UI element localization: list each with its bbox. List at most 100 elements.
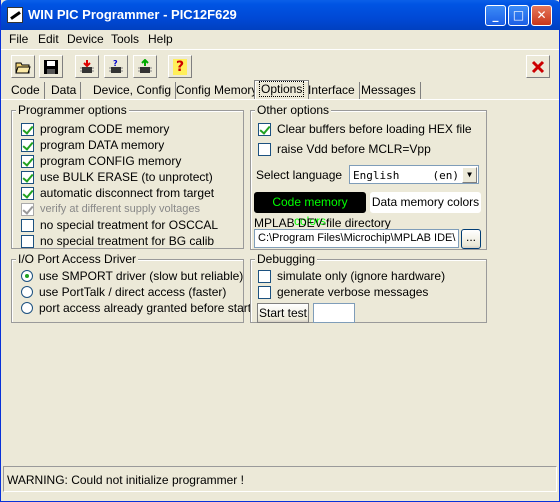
options-page: Programmer options program CODE memory p… bbox=[1, 99, 559, 465]
stop-button[interactable] bbox=[526, 55, 550, 78]
toolbar: ? ? bbox=[1, 49, 559, 81]
browse-button[interactable]: ... bbox=[461, 229, 481, 249]
other-options-group: Other options Clear buffers before loadi… bbox=[250, 103, 487, 250]
option-label: program DATA memory bbox=[40, 138, 165, 152]
option-label: automatic disconnect from target bbox=[40, 186, 215, 200]
option-label: program CODE memory bbox=[40, 122, 170, 136]
verify-icon: ? bbox=[109, 59, 123, 73]
open-icon bbox=[15, 62, 31, 73]
checkbox[interactable] bbox=[21, 154, 34, 168]
tab-interface[interactable]: Interface bbox=[304, 82, 360, 100]
option-verify-voltages: verify at different supply voltages bbox=[21, 201, 200, 217]
programmer-options-title: Programmer options bbox=[16, 103, 129, 117]
language-value: English bbox=[353, 169, 400, 182]
language-code: (en) bbox=[432, 169, 460, 182]
radio-smport[interactable]: use SMPORT driver (slow but reliable) bbox=[21, 268, 243, 284]
port-access-title: I/O Port Access Driver bbox=[16, 252, 139, 266]
program-icon bbox=[80, 59, 94, 73]
radio-button[interactable] bbox=[21, 302, 33, 314]
checkbox[interactable] bbox=[258, 269, 271, 283]
option-label: generate verbose messages bbox=[277, 285, 429, 299]
menu-tools[interactable]: Tools bbox=[111, 32, 139, 46]
option-osccal[interactable]: no special treatment for OSCCAL bbox=[21, 217, 218, 233]
checkbox[interactable] bbox=[21, 122, 34, 136]
mplab-path-field[interactable]: C:\Program Files\Microchip\MPLAB IDE\ bbox=[254, 229, 459, 248]
radio-button[interactable] bbox=[21, 270, 33, 282]
option-raise-vdd[interactable]: raise Vdd before MCLR=Vpp bbox=[258, 141, 431, 157]
menu-file[interactable]: File bbox=[9, 32, 28, 46]
option-program-config[interactable]: program CONFIG memory bbox=[21, 153, 181, 169]
status-bar: WARNING: Could not initialize programmer… bbox=[3, 466, 557, 492]
option-program-code[interactable]: program CODE memory bbox=[21, 121, 169, 137]
debugging-group: Debugging simulate only (ignore hardware… bbox=[250, 252, 487, 323]
data-memory-colors-button[interactable]: Data memory colors bbox=[370, 192, 481, 213]
checkbox[interactable] bbox=[21, 170, 34, 184]
checkbox[interactable] bbox=[21, 234, 34, 248]
radio-button[interactable] bbox=[21, 286, 33, 298]
window-title: WIN PIC Programmer - PIC12F629 bbox=[28, 7, 237, 22]
tab-messages[interactable]: Messages bbox=[357, 82, 421, 100]
option-label: simulate only (ignore hardware) bbox=[277, 269, 446, 283]
menu-device[interactable]: Device bbox=[67, 32, 104, 46]
tab-strip: Code Data Device, Config Config Memory O… bbox=[1, 80, 559, 100]
menu-help[interactable]: Help bbox=[148, 32, 173, 46]
tab-device-config[interactable]: Device, Config bbox=[89, 82, 177, 100]
tab-options-label: Options bbox=[259, 81, 305, 97]
app-icon[interactable] bbox=[7, 7, 23, 23]
debugging-title: Debugging bbox=[255, 252, 318, 266]
checkbox[interactable] bbox=[21, 138, 34, 152]
menu-edit[interactable]: Edit bbox=[38, 32, 59, 46]
minimize-button[interactable]: _ bbox=[485, 5, 506, 26]
maximize-button[interactable]: □ bbox=[508, 5, 529, 26]
radio-access-granted[interactable]: port access already granted before start bbox=[21, 300, 251, 316]
tab-options[interactable]: Options bbox=[254, 80, 310, 100]
close-window-button[interactable]: ✕ bbox=[531, 5, 552, 26]
programmer-options-group: Programmer options program CODE memory p… bbox=[11, 103, 244, 249]
tab-config-memory[interactable]: Config Memory bbox=[172, 82, 263, 100]
help-icon: ? bbox=[172, 58, 188, 75]
checkbox[interactable] bbox=[258, 285, 271, 299]
option-label: program CONFIG memory bbox=[40, 154, 182, 168]
tab-data[interactable]: Data bbox=[47, 82, 82, 100]
start-test-button[interactable]: Start test bbox=[257, 303, 309, 323]
option-label: raise Vdd before MCLR=Vpp bbox=[277, 142, 431, 156]
option-bg-calib[interactable]: no special treatment for BG calib bbox=[21, 233, 214, 249]
option-label: use BULK ERASE (to unprotect) bbox=[40, 170, 213, 184]
option-simulate-only[interactable]: simulate only (ignore hardware) bbox=[258, 268, 445, 284]
radio-label: use PortTalk / direct access (faster) bbox=[39, 285, 227, 299]
open-button[interactable] bbox=[11, 55, 35, 78]
option-auto-disconnect[interactable]: automatic disconnect from target bbox=[21, 185, 214, 201]
read-button[interactable] bbox=[133, 55, 157, 78]
checkbox[interactable] bbox=[258, 142, 271, 156]
tab-code[interactable]: Code bbox=[7, 82, 45, 100]
option-verbose-messages[interactable]: generate verbose messages bbox=[258, 284, 428, 300]
radio-label: port access already granted before start bbox=[39, 301, 252, 315]
checkbox[interactable] bbox=[21, 186, 34, 200]
program-button[interactable] bbox=[75, 55, 99, 78]
option-label: Clear buffers before loading HEX file bbox=[277, 122, 472, 136]
checkbox bbox=[21, 202, 34, 216]
code-memory-colors-button[interactable]: Code memory colors bbox=[254, 192, 366, 228]
option-program-data[interactable]: program DATA memory bbox=[21, 137, 164, 153]
menu-bar: File Edit Device Tools Help bbox=[1, 30, 559, 49]
option-clear-buffers[interactable]: Clear buffers before loading HEX file bbox=[258, 121, 472, 137]
option-label: no special treatment for OSCCAL bbox=[40, 218, 219, 232]
svg-text:?: ? bbox=[113, 59, 118, 68]
option-bulk-erase[interactable]: use BULK ERASE (to unprotect) bbox=[21, 169, 213, 185]
checkbox[interactable] bbox=[258, 122, 271, 136]
language-select[interactable]: English (en) ▼ bbox=[349, 165, 479, 184]
radio-porttalk[interactable]: use PortTalk / direct access (faster) bbox=[21, 284, 226, 300]
test-value-field[interactable] bbox=[313, 303, 355, 323]
help-button[interactable]: ? bbox=[168, 55, 192, 78]
radio-label: use SMPORT driver (slow but reliable) bbox=[39, 269, 244, 283]
save-icon bbox=[44, 59, 58, 74]
verify-button[interactable]: ? bbox=[104, 55, 128, 78]
save-button[interactable] bbox=[39, 55, 63, 78]
app-window: WIN PIC Programmer - PIC12F629 _ □ ✕ Fil… bbox=[0, 0, 560, 502]
title-bar[interactable]: WIN PIC Programmer - PIC12F629 _ □ ✕ bbox=[1, 0, 560, 30]
stop-icon bbox=[531, 60, 545, 73]
option-label: verify at different supply voltages bbox=[40, 203, 200, 215]
language-label: Select language bbox=[256, 168, 343, 182]
checkbox[interactable] bbox=[21, 218, 34, 232]
chevron-down-icon[interactable]: ▼ bbox=[462, 167, 477, 183]
